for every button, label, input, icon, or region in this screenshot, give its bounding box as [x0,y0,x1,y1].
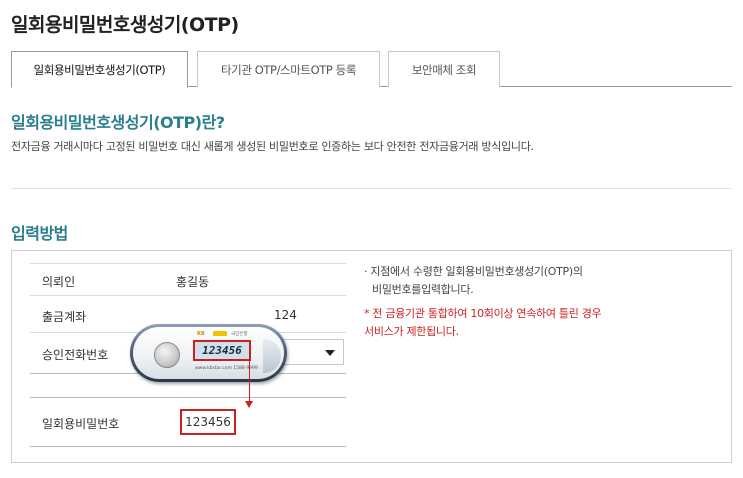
otp-token-display: 123456 [202,344,242,357]
kb-logo-band [213,331,227,336]
tab-other-otp-register[interactable]: 타기관 OTP/스마트OTP 등록 [197,51,380,87]
otp-token-button [154,342,180,368]
input-method-panel: 의뢰인 홍길동 출금계좌 124 승인전화번호 일회용비밀번호 123456 K… [11,250,732,463]
page-title: 일회용비밀번호생성기(OTP) [11,14,239,36]
otp-token-device: KB 국민은행 123456 www.kbstar.com 1588-9999 [130,324,287,382]
otp-label: 일회용비밀번호 [42,417,120,431]
tab-security-media-inquiry[interactable]: 보안매체 조회 [388,51,500,87]
arrow-down-icon [245,401,253,408]
withdraw-account-label: 출금계좌 [42,310,87,324]
requester-label: 의뢰인 [42,275,76,289]
tab-otp[interactable]: 일회용비밀번호생성기(OTP) [11,51,188,88]
otp-token-screen: 123456 [193,340,251,361]
intro-description: 전자금융 거래시마다 고정된 비밀번호 대신 새롭게 생성된 비밀번호로 인증하… [11,140,534,153]
withdraw-account-value: 124 [274,308,297,322]
otp-input[interactable]: 123456 [180,409,236,435]
note-line-1: · 지점에서 수령한 일회용비밀번호생성기(OTP)의 [364,265,583,278]
note-line-2: 비밀번호를입력합니다. [372,283,474,296]
section-divider [11,188,732,189]
form-row-otp: 일회용비밀번호 123456 [30,397,346,447]
requester-value: 홍길동 [176,275,210,289]
instruction-notes: · 지점에서 수령한 일회용비밀번호생성기(OTP)의 비밀번호를입력합니다. … [364,263,602,341]
tab-bar: 일회용비밀번호생성기(OTP) 타기관 OTP/스마트OTP 등록 보안매체 조… [11,51,732,88]
token-cap [263,339,281,373]
warning-line-2: 서비스가 제한됩니다. [364,325,459,338]
arrow-line [249,359,250,403]
otp-token-body: KB 국민은행 123456 www.kbstar.com 1588-9999 [133,327,284,379]
form-row-requester: 의뢰인 홍길동 [30,263,346,296]
chevron-down-icon [325,350,335,356]
input-method-heading: 입력방법 [11,224,68,243]
token-brand: 국민은행 [231,332,248,337]
kb-logo: KB [197,331,205,337]
intro-heading: 일회용비밀번호생성기(OTP)란? [11,113,225,132]
approval-phone-label: 승인전화번호 [42,348,109,362]
warning-line-1: * 전 금융기관 통합하여 10회이상 연속하여 틀린 경우 [364,307,602,320]
